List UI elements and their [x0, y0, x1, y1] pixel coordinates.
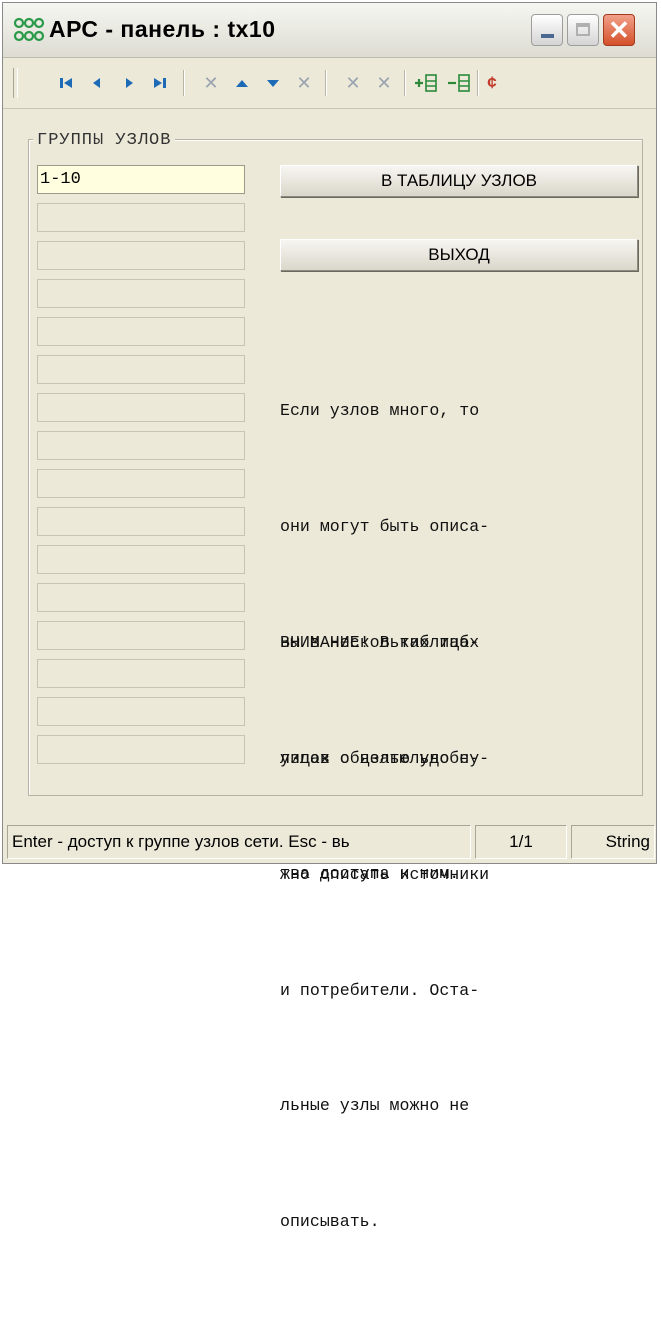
group-field-3[interactable] [37, 241, 245, 270]
group-field-12[interactable] [37, 583, 245, 612]
info-line: ВНИМАНИЕ! В таблицах [280, 633, 480, 653]
group-field-10[interactable] [37, 507, 245, 536]
status-field-type: String [571, 825, 655, 859]
refresh-icon[interactable]: ¢ [481, 71, 503, 95]
next-record-icon[interactable] [118, 71, 140, 95]
close-button[interactable]: ✕ [603, 14, 635, 46]
move-down-icon[interactable] [262, 71, 284, 95]
toolbar: ✕ ✕ ✕ ✕ ¢ [3, 58, 656, 109]
info-line: узлов обязательно ну- [280, 748, 490, 768]
group-field-7[interactable] [37, 393, 245, 422]
toolbar-separator [183, 70, 185, 96]
group-field-16[interactable] [37, 735, 245, 764]
group-field-6[interactable] [37, 355, 245, 384]
info-line: Если узлов много, то [280, 401, 480, 421]
group-field-8[interactable] [37, 431, 245, 460]
info-line: и потребители. Оста- [280, 980, 480, 1000]
minimize-button[interactable] [531, 14, 563, 46]
toolbar-separator [325, 70, 327, 96]
app-logo-icon [13, 17, 45, 42]
toolbar-separator [404, 70, 406, 96]
remove-node-icon[interactable] [446, 71, 470, 95]
info-line: жно описать источники [280, 864, 490, 884]
group-field-1[interactable]: 1-10 [37, 165, 245, 194]
prev-record-icon[interactable] [86, 71, 108, 95]
title-bar[interactable]: АРС - панель : tx10 ✕ [3, 3, 656, 58]
toolbar-separator [477, 70, 479, 96]
toolbar-grip[interactable] [13, 68, 18, 98]
last-record-icon[interactable] [149, 71, 171, 95]
delete-icon[interactable]: ✕ [200, 71, 222, 95]
group-field-15[interactable] [37, 697, 245, 726]
cancel-icon[interactable]: ✕ [342, 71, 364, 95]
group-field-4[interactable] [37, 279, 245, 308]
add-node-icon[interactable] [413, 71, 437, 95]
move-up-icon[interactable] [231, 71, 253, 95]
info-line: описывать. [280, 1212, 380, 1232]
group-field-9[interactable] [37, 469, 245, 498]
clear-icon[interactable]: ✕ [293, 71, 315, 95]
status-hint: Enter - доступ к группе узлов сети. Esc … [7, 825, 471, 859]
exit-button[interactable]: ВЫХОД [280, 239, 638, 271]
info-line: они могут быть описа- [280, 516, 490, 536]
info-text-paragraph-2: ВНИМАНИЕ! В таблицах узлов обязательно н… [280, 547, 650, 1319]
app-window: АРС - панель : tx10 ✕ ✕ ✕ ✕ ✕ ¢ ГРУППЫ У… [2, 2, 657, 1231]
window-title: АРС - панель : tx10 [49, 16, 276, 42]
status-bar: Enter - доступ к группе узлов сети. Esc … [7, 825, 655, 861]
group-field-11[interactable] [37, 545, 245, 574]
group-field-14[interactable] [37, 659, 245, 688]
info-line: льные узлы можно не [280, 1096, 470, 1116]
maximize-button[interactable] [567, 14, 599, 46]
cancel-all-icon[interactable]: ✕ [373, 71, 395, 95]
node-groups-legend: ГРУППЫ УЗЛОВ [33, 131, 176, 150]
first-record-icon[interactable] [55, 71, 77, 95]
to-node-table-button[interactable]: В ТАБЛИЦУ УЗЛОВ [280, 165, 638, 197]
group-field-13[interactable] [37, 621, 245, 650]
group-field-5[interactable] [37, 317, 245, 346]
group-field-2[interactable] [37, 203, 245, 232]
status-page-counter: 1/1 [475, 825, 567, 859]
close-icon: ✕ [608, 15, 630, 45]
